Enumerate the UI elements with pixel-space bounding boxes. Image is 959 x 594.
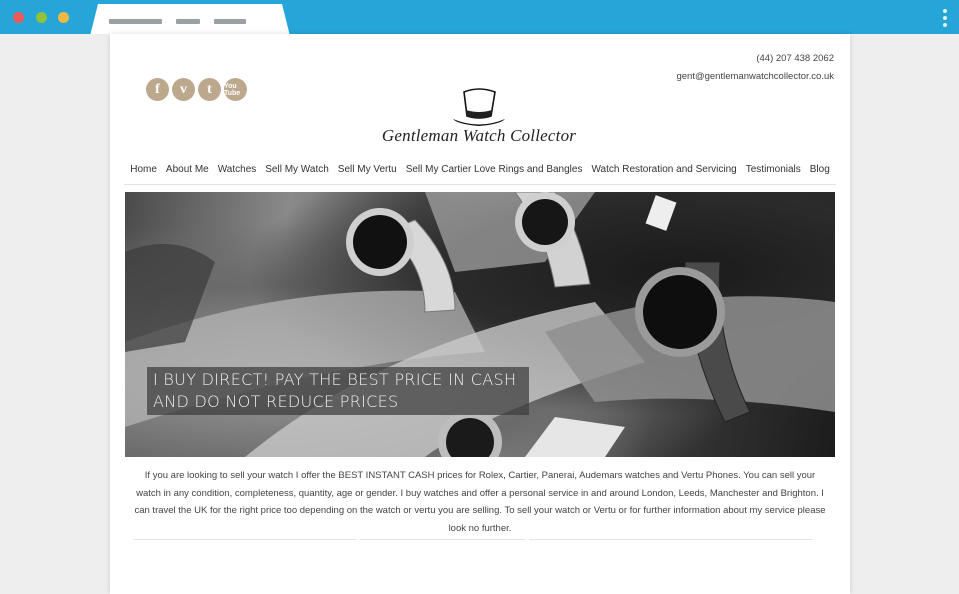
- minimize-window-icon[interactable]: [36, 12, 47, 23]
- browser-viewport: (44) 207 438 2062 gent@gentlemanwatchcol…: [0, 34, 959, 594]
- nav-divider: [124, 184, 836, 185]
- tab-placeholder-bar: [214, 19, 246, 24]
- intro-paragraph: If you are looking to sell your watch I …: [134, 470, 826, 534]
- web-page: (44) 207 438 2062 gent@gentlemanwatchcol…: [110, 34, 850, 594]
- twitter-icon[interactable]: t: [198, 78, 221, 101]
- main-navigation: Home About Me Watches Sell My Watch Sell…: [124, 164, 836, 175]
- hero-caption-line-2: AND DO NOT REDUCE PRICES: [153, 392, 399, 411]
- nav-item-sell-my-vertu[interactable]: Sell My Vertu: [338, 164, 397, 175]
- nav-item-about-me[interactable]: About Me: [166, 164, 209, 175]
- vimeo-icon[interactable]: v: [172, 78, 195, 101]
- hero-banner: I BUY DIRECT! PAY THE BEST PRICE IN CASH…: [125, 192, 835, 457]
- nav-item-blog[interactable]: Blog: [810, 164, 830, 175]
- youtube-icon[interactable]: You Tube: [224, 78, 247, 101]
- nav-item-home[interactable]: Home: [130, 164, 157, 175]
- hero-caption-line-1: I BUY DIRECT! PAY THE BEST PRICE IN CASH: [153, 370, 517, 389]
- nav-item-testimonials[interactable]: Testimonials: [746, 164, 801, 175]
- hero-photo-watches: [125, 192, 835, 457]
- footer-divider-left: [134, 539, 356, 540]
- footer-divider-right: [529, 539, 812, 540]
- maximize-window-icon[interactable]: [58, 12, 69, 23]
- browser-tab[interactable]: [90, 4, 290, 36]
- nav-item-sell-my-watch[interactable]: Sell My Watch: [265, 164, 329, 175]
- footer-divider-center: [360, 539, 525, 540]
- header-phone: (44) 207 438 2062: [756, 53, 834, 64]
- top-hat-icon: [453, 88, 505, 126]
- close-window-icon[interactable]: [13, 12, 24, 23]
- tab-placeholder-bar: [109, 19, 162, 24]
- nav-item-restoration[interactable]: Watch Restoration and Servicing: [591, 164, 736, 175]
- nav-item-sell-cartier[interactable]: Sell My Cartier Love Rings and Bangles: [406, 164, 583, 175]
- browser-menu-icon[interactable]: [943, 9, 947, 30]
- tab-placeholder-bar: [176, 19, 200, 24]
- social-links: f v t You Tube: [146, 78, 247, 101]
- site-logo[interactable]: Gentleman Watch Collector: [376, 86, 582, 156]
- nav-item-watches[interactable]: Watches: [218, 164, 257, 175]
- facebook-icon[interactable]: f: [146, 78, 169, 101]
- hero-caption: I BUY DIRECT! PAY THE BEST PRICE IN CASH…: [147, 367, 529, 415]
- browser-title-bar: [0, 0, 959, 36]
- header-email[interactable]: gent@gentlemanwatchcollector.co.uk: [676, 71, 834, 82]
- logo-text: Gentleman Watch Collector: [381, 126, 577, 145]
